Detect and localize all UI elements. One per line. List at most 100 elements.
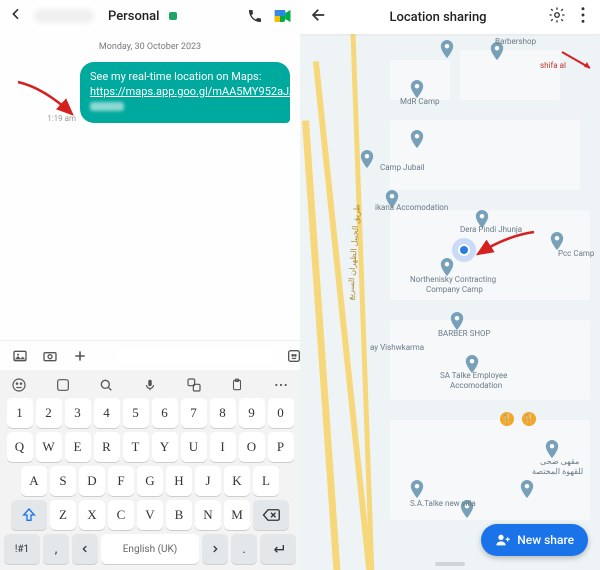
clipboard-icon[interactable] [228, 376, 246, 394]
map-pin-icon[interactable] [465, 355, 479, 369]
period-key[interactable]: . [231, 534, 257, 564]
kb-row-a: ASDFGHJKL [4, 466, 296, 496]
messages-body: Monday, 30 October 2023 1:19 am See my r… [0, 32, 300, 340]
message-link[interactable]: https://maps.app.goo.gl/mAA5MY952aJAc3 [90, 85, 300, 98]
restaurant-pin-icon[interactable]: 🍴 [522, 412, 536, 426]
restaurant-pin-icon[interactable]: 🍴 [500, 412, 514, 426]
map-label: Northenisky Contracting [410, 276, 496, 285]
key-7[interactable]: 7 [181, 398, 207, 428]
map-block [460, 50, 560, 100]
key-s[interactable]: S [50, 466, 76, 496]
enter-key[interactable] [260, 534, 296, 564]
key-t[interactable]: T [123, 432, 149, 462]
phone-icon[interactable] [246, 7, 264, 25]
key-6[interactable]: 6 [152, 398, 178, 428]
map-pin-icon[interactable] [440, 40, 454, 54]
emoji-icon[interactable] [10, 376, 28, 394]
link-redacted-tail [90, 102, 124, 111]
key-n[interactable]: N [195, 500, 221, 530]
compose-bar [0, 340, 300, 370]
key-k[interactable]: K [224, 466, 250, 496]
map-label: BARBER SHOP [438, 330, 491, 339]
map-pin-icon[interactable] [360, 150, 374, 164]
key-x[interactable]: X [79, 500, 105, 530]
key-q[interactable]: Q [7, 432, 33, 462]
key-c[interactable]: C [108, 500, 134, 530]
bottom-sheet-handle[interactable] [435, 562, 465, 566]
shift-key[interactable] [11, 500, 47, 530]
key-e[interactable]: E [65, 432, 91, 462]
key-b[interactable]: B [166, 500, 192, 530]
key-0[interactable]: 0 [268, 398, 294, 428]
key-j[interactable]: J [195, 466, 221, 496]
more-icon[interactable] [272, 376, 290, 394]
key-y[interactable]: Y [152, 432, 178, 462]
map-canvas[interactable]: طريق الجبيل الظهران السريع 🍴 🍴 Barbersho… [300, 0, 600, 570]
highway-road [302, 120, 341, 570]
gear-icon[interactable] [548, 6, 566, 28]
back-icon[interactable] [310, 6, 328, 28]
key-9[interactable]: 9 [239, 398, 265, 428]
message-bubble[interactable]: See my real-time location on Maps: https… [80, 62, 290, 123]
compose-input[interactable] [116, 347, 272, 365]
message-row: 1:19 am See my real-time location on Map… [10, 62, 290, 123]
key-5[interactable]: 5 [123, 398, 149, 428]
key-2[interactable]: 2 [36, 398, 62, 428]
key-z[interactable]: Z [50, 500, 76, 530]
mic-icon[interactable] [141, 376, 159, 394]
key-8[interactable]: 8 [210, 398, 236, 428]
video-call-icon[interactable] [274, 7, 292, 25]
map-pin-icon[interactable] [545, 440, 559, 454]
lang-next-key[interactable] [202, 534, 228, 564]
map-pin-icon[interactable] [410, 130, 424, 144]
map-pin-icon[interactable] [440, 258, 454, 272]
keyboard-toolbar [4, 374, 296, 398]
gallery-icon[interactable] [12, 348, 28, 364]
map-label: Accomodation [450, 382, 502, 391]
key-w[interactable]: W [36, 432, 62, 462]
map-label: Barbershop [495, 38, 536, 47]
key-p[interactable]: P [268, 432, 294, 462]
map-pin-icon[interactable] [450, 312, 464, 326]
back-icon[interactable] [8, 6, 24, 26]
key-h[interactable]: H [166, 466, 192, 496]
key-f[interactable]: F [108, 466, 134, 496]
translate-icon[interactable] [185, 376, 203, 394]
user-location-dot[interactable] [458, 244, 470, 256]
key-3[interactable]: 3 [65, 398, 91, 428]
camera-icon[interactable] [42, 348, 58, 364]
map-label: MdR Camp [400, 98, 439, 107]
key-m[interactable]: M [224, 500, 250, 530]
sticker-kb-icon[interactable] [54, 376, 72, 394]
map-pin-icon[interactable] [520, 480, 534, 494]
search-icon[interactable] [97, 376, 115, 394]
key-l[interactable]: L [253, 466, 279, 496]
key-i[interactable]: I [210, 432, 236, 462]
message-text: See my real-time location on Maps: [90, 70, 261, 83]
comma-key[interactable]: , [43, 534, 69, 564]
symbols-key[interactable]: !#1 [4, 534, 40, 564]
map-pin-icon[interactable] [385, 190, 399, 204]
map-label: ikana Accomodation [375, 204, 448, 213]
map-label: Company Camp [426, 286, 483, 295]
key-1[interactable]: 1 [7, 398, 33, 428]
key-r[interactable]: R [94, 432, 120, 462]
key-v[interactable]: V [137, 500, 163, 530]
map-pin-icon[interactable] [475, 210, 489, 224]
lang-prev-key[interactable] [72, 534, 98, 564]
map-header: Location sharing [300, 0, 600, 34]
key-u[interactable]: U [181, 432, 207, 462]
map-pin-icon[interactable] [410, 80, 424, 94]
key-g[interactable]: G [137, 466, 163, 496]
key-a[interactable]: A [21, 466, 47, 496]
map-pin-icon[interactable] [550, 232, 564, 246]
key-o[interactable]: O [239, 432, 265, 462]
backspace-key[interactable] [253, 500, 289, 530]
plus-icon[interactable] [72, 348, 88, 364]
key-d[interactable]: D [79, 466, 105, 496]
space-key[interactable]: English (UK) [101, 534, 199, 564]
more-icon[interactable] [576, 6, 590, 28]
key-4[interactable]: 4 [94, 398, 120, 428]
map-pin-icon[interactable] [410, 480, 424, 494]
new-share-button[interactable]: New share [481, 524, 588, 556]
